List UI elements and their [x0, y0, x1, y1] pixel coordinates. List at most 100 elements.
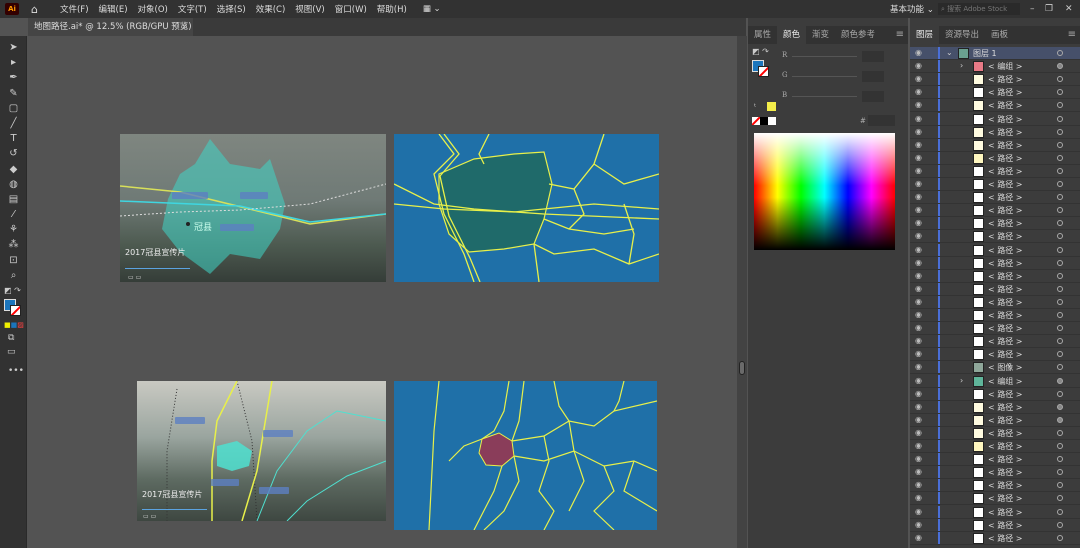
hex-input[interactable] [868, 115, 895, 126]
target-icon[interactable] [1057, 207, 1063, 214]
more-tools-icon[interactable]: ••• [8, 366, 24, 376]
visibility-eye-icon[interactable]: ◉ [915, 323, 922, 332]
menu-item[interactable]: 文件(F) [60, 3, 89, 15]
visibility-eye-icon[interactable]: ◉ [915, 114, 922, 123]
target-icon[interactable] [1057, 351, 1063, 358]
visibility-eye-icon[interactable]: ◉ [915, 533, 922, 542]
tab-color-0[interactable]: 属性 [748, 26, 777, 44]
visibility-eye-icon[interactable]: ◉ [915, 127, 922, 136]
target-icon[interactable] [1057, 272, 1063, 279]
target-icon[interactable] [1057, 298, 1063, 305]
stroke-none-swatch[interactable] [758, 66, 769, 77]
target-icon[interactable] [1057, 429, 1063, 436]
tab-color-3[interactable]: 颜色参考 [835, 26, 881, 44]
target-icon[interactable] [1057, 469, 1063, 476]
canvas[interactable]: 冠县 2017冠县宣传片 ▭ ▭ 2017冠县宣传片 ▭ ▭ [28, 36, 737, 548]
layer-item[interactable]: ◉ < 路径 > [910, 230, 1080, 244]
zoom-tool-icon[interactable]: ⌕ [0, 268, 27, 283]
swap-fill-stroke-icon[interactable]: ◩ ↷ [4, 286, 21, 295]
target-icon[interactable] [1057, 63, 1063, 70]
target-icon[interactable] [1057, 259, 1063, 266]
visibility-eye-icon[interactable]: ◉ [915, 74, 922, 83]
visibility-eye-icon[interactable]: ◉ [915, 205, 922, 214]
visibility-eye-icon[interactable]: ◉ [915, 362, 922, 371]
target-icon[interactable] [1057, 312, 1063, 318]
target-icon[interactable] [1057, 534, 1063, 541]
arrange-documents-icon[interactable]: ▦ ⌄ [423, 4, 441, 14]
visibility-eye-icon[interactable]: ◉ [915, 100, 922, 109]
visibility-eye-icon[interactable]: ◉ [915, 467, 922, 476]
target-icon[interactable] [1057, 181, 1063, 187]
layer-item[interactable]: ◉ < 路径 > [910, 125, 1080, 139]
menu-item[interactable]: 编辑(E) [99, 3, 128, 15]
channel-slider-r[interactable] [792, 56, 857, 57]
visibility-eye-icon[interactable]: ◉ [915, 231, 922, 240]
layer-item[interactable]: ◉ < 路径 > [910, 387, 1080, 401]
direct-selection-tool-icon[interactable]: ▸ [0, 55, 27, 70]
pen-tool-icon[interactable]: ✒ [0, 70, 27, 85]
layer-item[interactable]: ◉ › < 编组 > [910, 60, 1080, 74]
layer-item[interactable]: ◉ < 路径 > [910, 440, 1080, 454]
target-icon[interactable] [1057, 246, 1063, 253]
target-icon[interactable] [1057, 416, 1063, 423]
target-icon[interactable] [1057, 495, 1063, 502]
gradient-tool-icon[interactable]: ▤ [0, 192, 27, 207]
layer-item[interactable]: ◉ < 路径 > [910, 73, 1080, 87]
visibility-eye-icon[interactable]: ◉ [915, 441, 922, 450]
target-icon[interactable] [1057, 102, 1063, 109]
none-swatch[interactable] [752, 117, 760, 125]
layer-item[interactable]: ◉ < 路径 > [910, 309, 1080, 323]
tab-color-1[interactable]: 颜色 [777, 26, 807, 44]
visibility-eye-icon[interactable]: ◉ [915, 310, 922, 319]
target-icon[interactable] [1057, 521, 1063, 528]
visibility-eye-icon[interactable]: ◉ [915, 271, 922, 280]
target-icon[interactable] [1057, 456, 1063, 463]
layer-item[interactable]: ◉ < 路径 > [910, 400, 1080, 414]
layer-item[interactable]: ◉ < 路径 > [910, 138, 1080, 152]
layer-item[interactable]: ◉ < 路径 > [910, 204, 1080, 218]
menu-item[interactable]: 窗口(W) [335, 3, 367, 15]
close-tab-icon[interactable]: × [181, 18, 188, 36]
stroke-swatch[interactable] [10, 305, 21, 316]
visibility-eye-icon[interactable]: ◉ [915, 336, 922, 345]
menu-item[interactable]: 效果(C) [256, 3, 286, 15]
paintbrush-tool-icon[interactable]: ╱ [0, 116, 27, 131]
eyedropper-tool-icon[interactable]: ⁄ [0, 207, 27, 222]
artboard-tool-icon[interactable]: ⊡ [0, 253, 27, 268]
layer-item[interactable]: ◉ < 路径 > [910, 492, 1080, 506]
target-icon[interactable] [1057, 377, 1063, 384]
visibility-eye-icon[interactable]: ◉ [915, 284, 922, 293]
channel-input-b[interactable] [862, 91, 884, 102]
stock-search-input[interactable]: ⌕ 搜索 Adobe Stock [938, 3, 1020, 15]
visibility-eye-icon[interactable]: ◉ [915, 349, 922, 358]
layer-item[interactable]: ◉ < 路径 > [910, 322, 1080, 336]
channel-slider-b[interactable] [792, 96, 857, 97]
menu-item[interactable]: 帮助(H) [377, 3, 407, 15]
target-icon[interactable] [1057, 89, 1063, 96]
layer-item[interactable]: ◉ < 路径 > [910, 295, 1080, 309]
document-tab[interactable]: 地图路径.ai* @ 12.5% (RGB/GPU 预览) × [28, 18, 193, 36]
tab-layers-2[interactable]: 画板 [985, 26, 1014, 44]
rectangle-tool-icon[interactable]: ▢ [0, 101, 27, 116]
layer-item[interactable]: ◉ < 路径 > [910, 112, 1080, 126]
visibility-eye-icon[interactable]: ◉ [915, 140, 922, 149]
menu-item[interactable]: 文字(T) [178, 3, 207, 15]
target-icon[interactable] [1057, 285, 1063, 292]
visibility-eye-icon[interactable]: ◉ [915, 402, 922, 411]
visibility-eye-icon[interactable]: ◉ [915, 87, 922, 96]
target-icon[interactable] [1057, 167, 1063, 174]
target-icon[interactable] [1057, 154, 1063, 161]
screen-mode-icon[interactable]: ▭ [7, 347, 16, 357]
target-icon[interactable] [1057, 390, 1063, 397]
collapse-chevron-icon[interactable]: ⌄ [946, 48, 953, 57]
layer-item[interactable]: ◉ < 路径 > [910, 217, 1080, 231]
target-icon[interactable] [1057, 141, 1063, 148]
visibility-eye-icon[interactable]: ◉ [915, 507, 922, 516]
layer-item[interactable]: ◉ › < 编组 > [910, 374, 1080, 388]
layer-row[interactable]: ◉ ⌄ 图层 1 [910, 47, 1080, 61]
tab-color-2[interactable]: 渐变 [806, 26, 835, 44]
visibility-eye-icon[interactable]: ◉ [915, 179, 922, 188]
video-still-1[interactable]: 冠县 2017冠县宣传片 ▭ ▭ [120, 134, 386, 282]
target-icon[interactable] [1057, 325, 1063, 332]
visibility-eye-icon[interactable]: ◉ [915, 192, 922, 201]
